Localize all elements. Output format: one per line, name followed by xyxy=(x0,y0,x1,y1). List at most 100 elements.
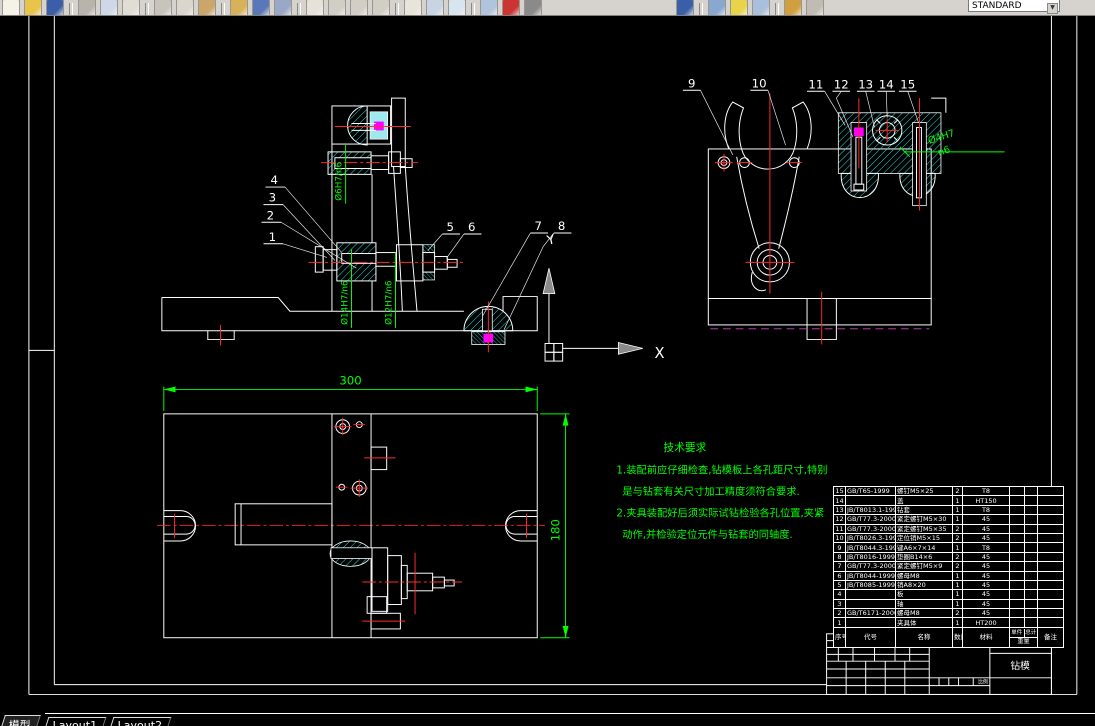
sheet-set-icon[interactable] xyxy=(752,0,770,15)
bom-header-name: 名称 xyxy=(895,626,953,648)
bom-cell: 45 xyxy=(962,523,1010,534)
bom-cell: 1 xyxy=(952,617,963,628)
text-style-icon[interactable] xyxy=(404,0,422,15)
front-view[interactable]: Ø6H7/n6 Ø14H7/n6 Ø12H7/n6 xyxy=(161,97,538,353)
bom-header-weight-group: 单件 总计 重量 xyxy=(1009,626,1038,648)
bom-cell xyxy=(1009,608,1025,619)
table-icon[interactable] xyxy=(426,0,444,15)
bom-cell: 10 xyxy=(833,532,846,544)
redo-icon[interactable] xyxy=(274,0,292,15)
bom-row: 7 GB/T77.3-2000 紧定螺钉M5×9 2 45 xyxy=(833,561,1064,572)
undo-icon[interactable] xyxy=(252,0,270,15)
new-file-icon[interactable] xyxy=(2,0,20,15)
combo-dropdown-arrow[interactable]: ▼ xyxy=(1047,3,1058,14)
bom-cell xyxy=(1037,617,1064,628)
open-folder-icon[interactable] xyxy=(24,0,42,15)
bom-cell xyxy=(1009,589,1025,600)
bom-cell xyxy=(1037,598,1064,610)
save-icon[interactable] xyxy=(46,0,64,15)
bom-cell: 45 xyxy=(962,551,1010,563)
layer-icon[interactable] xyxy=(448,0,466,15)
bom-cell xyxy=(845,589,896,600)
bom-cell: 1 xyxy=(952,598,963,610)
text-style-combo[interactable]: STANDARD ▼ xyxy=(968,0,1060,14)
x-axis-arrowhead xyxy=(617,342,643,355)
bom-cell xyxy=(1037,561,1064,572)
tab-layout2[interactable]: Layout2 xyxy=(108,717,173,726)
bom-cell: 1 xyxy=(952,514,963,525)
tab-model[interactable]: 模型 xyxy=(0,715,41,726)
bom-cell: HT150 xyxy=(962,495,1010,506)
bom-cell: 2 xyxy=(833,608,846,619)
bom-row: 15 GB/T65-1999 螺钉M5×25 2 T8 xyxy=(833,485,1064,497)
bom-cell: 螺钉M5×25 xyxy=(895,485,953,497)
bom-cell xyxy=(1037,542,1064,553)
bom-cell xyxy=(1024,598,1038,610)
zoom-window-icon[interactable] xyxy=(350,0,368,15)
copy-icon[interactable] xyxy=(176,0,194,15)
match-properties-icon[interactable] xyxy=(230,0,248,15)
bom-row: 4 板 1 45 xyxy=(833,589,1064,600)
bom-cell: 1 xyxy=(952,589,963,600)
bom-cell: GB/T77.3-2000 xyxy=(845,523,896,534)
bom-cell xyxy=(845,495,896,506)
bom-cell: 2 xyxy=(952,485,963,497)
paste-icon[interactable] xyxy=(198,0,216,15)
cut-icon[interactable] xyxy=(154,0,172,15)
pencil-style-icon[interactable] xyxy=(784,0,802,15)
preview-icon[interactable] xyxy=(100,0,118,15)
bom-cell: 2 xyxy=(952,532,963,544)
y-axis-arrowhead xyxy=(542,268,556,295)
pan-icon[interactable] xyxy=(306,0,324,15)
drawing-canvas[interactable]: Ø6H7/n6 Ø14H7/n6 Ø12H7/n6 1 2 3 4 5 6 7 … xyxy=(0,16,1095,713)
bom-cell: JB/T8044-1999 xyxy=(845,570,896,581)
bom-cell: 2 xyxy=(952,551,963,563)
bom-cell: GB/T6171-2000 xyxy=(845,608,896,619)
tab-layout1[interactable]: Layout1 xyxy=(43,717,107,726)
plan-view[interactable]: 300 180 xyxy=(156,374,570,639)
plot-icon[interactable] xyxy=(78,0,96,15)
grid-icon[interactable] xyxy=(524,0,542,15)
dim-front-top: Ø6H7/n6 xyxy=(334,162,345,201)
zoom-realtime-icon[interactable] xyxy=(328,0,346,15)
bom-header-unit: 单件 xyxy=(1010,629,1024,638)
x-axis-label: X xyxy=(655,345,665,362)
bom-cell xyxy=(1009,561,1025,572)
color-control-icon[interactable] xyxy=(502,0,520,15)
bom-cell: 13 xyxy=(833,504,846,516)
bom-cell: T8 xyxy=(962,504,1010,516)
bom-cell: 键A6×7×14 xyxy=(895,542,953,553)
notes-line-2: 是与钻套有关尺寸加工精度须符合要求. xyxy=(622,485,800,498)
bom-cell: 45 xyxy=(962,608,1010,619)
bom-cell: JB/T8016-1999 xyxy=(845,551,896,563)
bom-cell: 14 xyxy=(833,495,846,506)
bom-cell: 1 xyxy=(952,495,963,506)
render-icon[interactable] xyxy=(708,0,726,15)
bom-cell: 2 xyxy=(952,523,963,534)
tool-palettes-icon[interactable] xyxy=(730,0,748,15)
toolbar-separator xyxy=(69,3,73,15)
callout-5: 5 xyxy=(446,220,453,234)
bom-cell xyxy=(1009,514,1025,525)
bom-row: 12 GB/T77.3-2000 紧定螺钉M5×30 1 45 xyxy=(833,514,1064,525)
bom-cell: 45 xyxy=(962,579,1010,591)
bom-cell xyxy=(1037,551,1064,563)
notes-line-1: 1.装配前应仔细检查,钻模板上各孔距尺寸,特别 xyxy=(616,463,827,476)
bom-cell: 45 xyxy=(962,589,1010,600)
bom-cell xyxy=(1024,495,1038,506)
bom-cell xyxy=(1024,523,1038,534)
dim-style-icon[interactable] xyxy=(806,0,824,15)
zoom-previous-icon[interactable] xyxy=(372,0,390,15)
bom-cell: 45 xyxy=(962,570,1010,581)
spell-icon[interactable] xyxy=(122,0,140,15)
bom-cell xyxy=(1037,495,1064,506)
help-icon[interactable] xyxy=(676,0,694,15)
bom-cell: 钻套 xyxy=(895,504,953,516)
bom-cell: JB/T8013.1-1999 xyxy=(845,504,896,516)
side-view[interactable]: Ø4H7 n6 xyxy=(707,93,1005,345)
callout-9: 9 xyxy=(688,76,695,90)
bom-header-row: 序号 代号 名称 数量 材料 单件 总计 重量 备注 xyxy=(833,626,1064,648)
toolbar-separator xyxy=(471,3,475,15)
layers-states-icon[interactable] xyxy=(480,0,498,15)
top-toolbar: STANDARD ▼ xyxy=(0,0,1095,16)
